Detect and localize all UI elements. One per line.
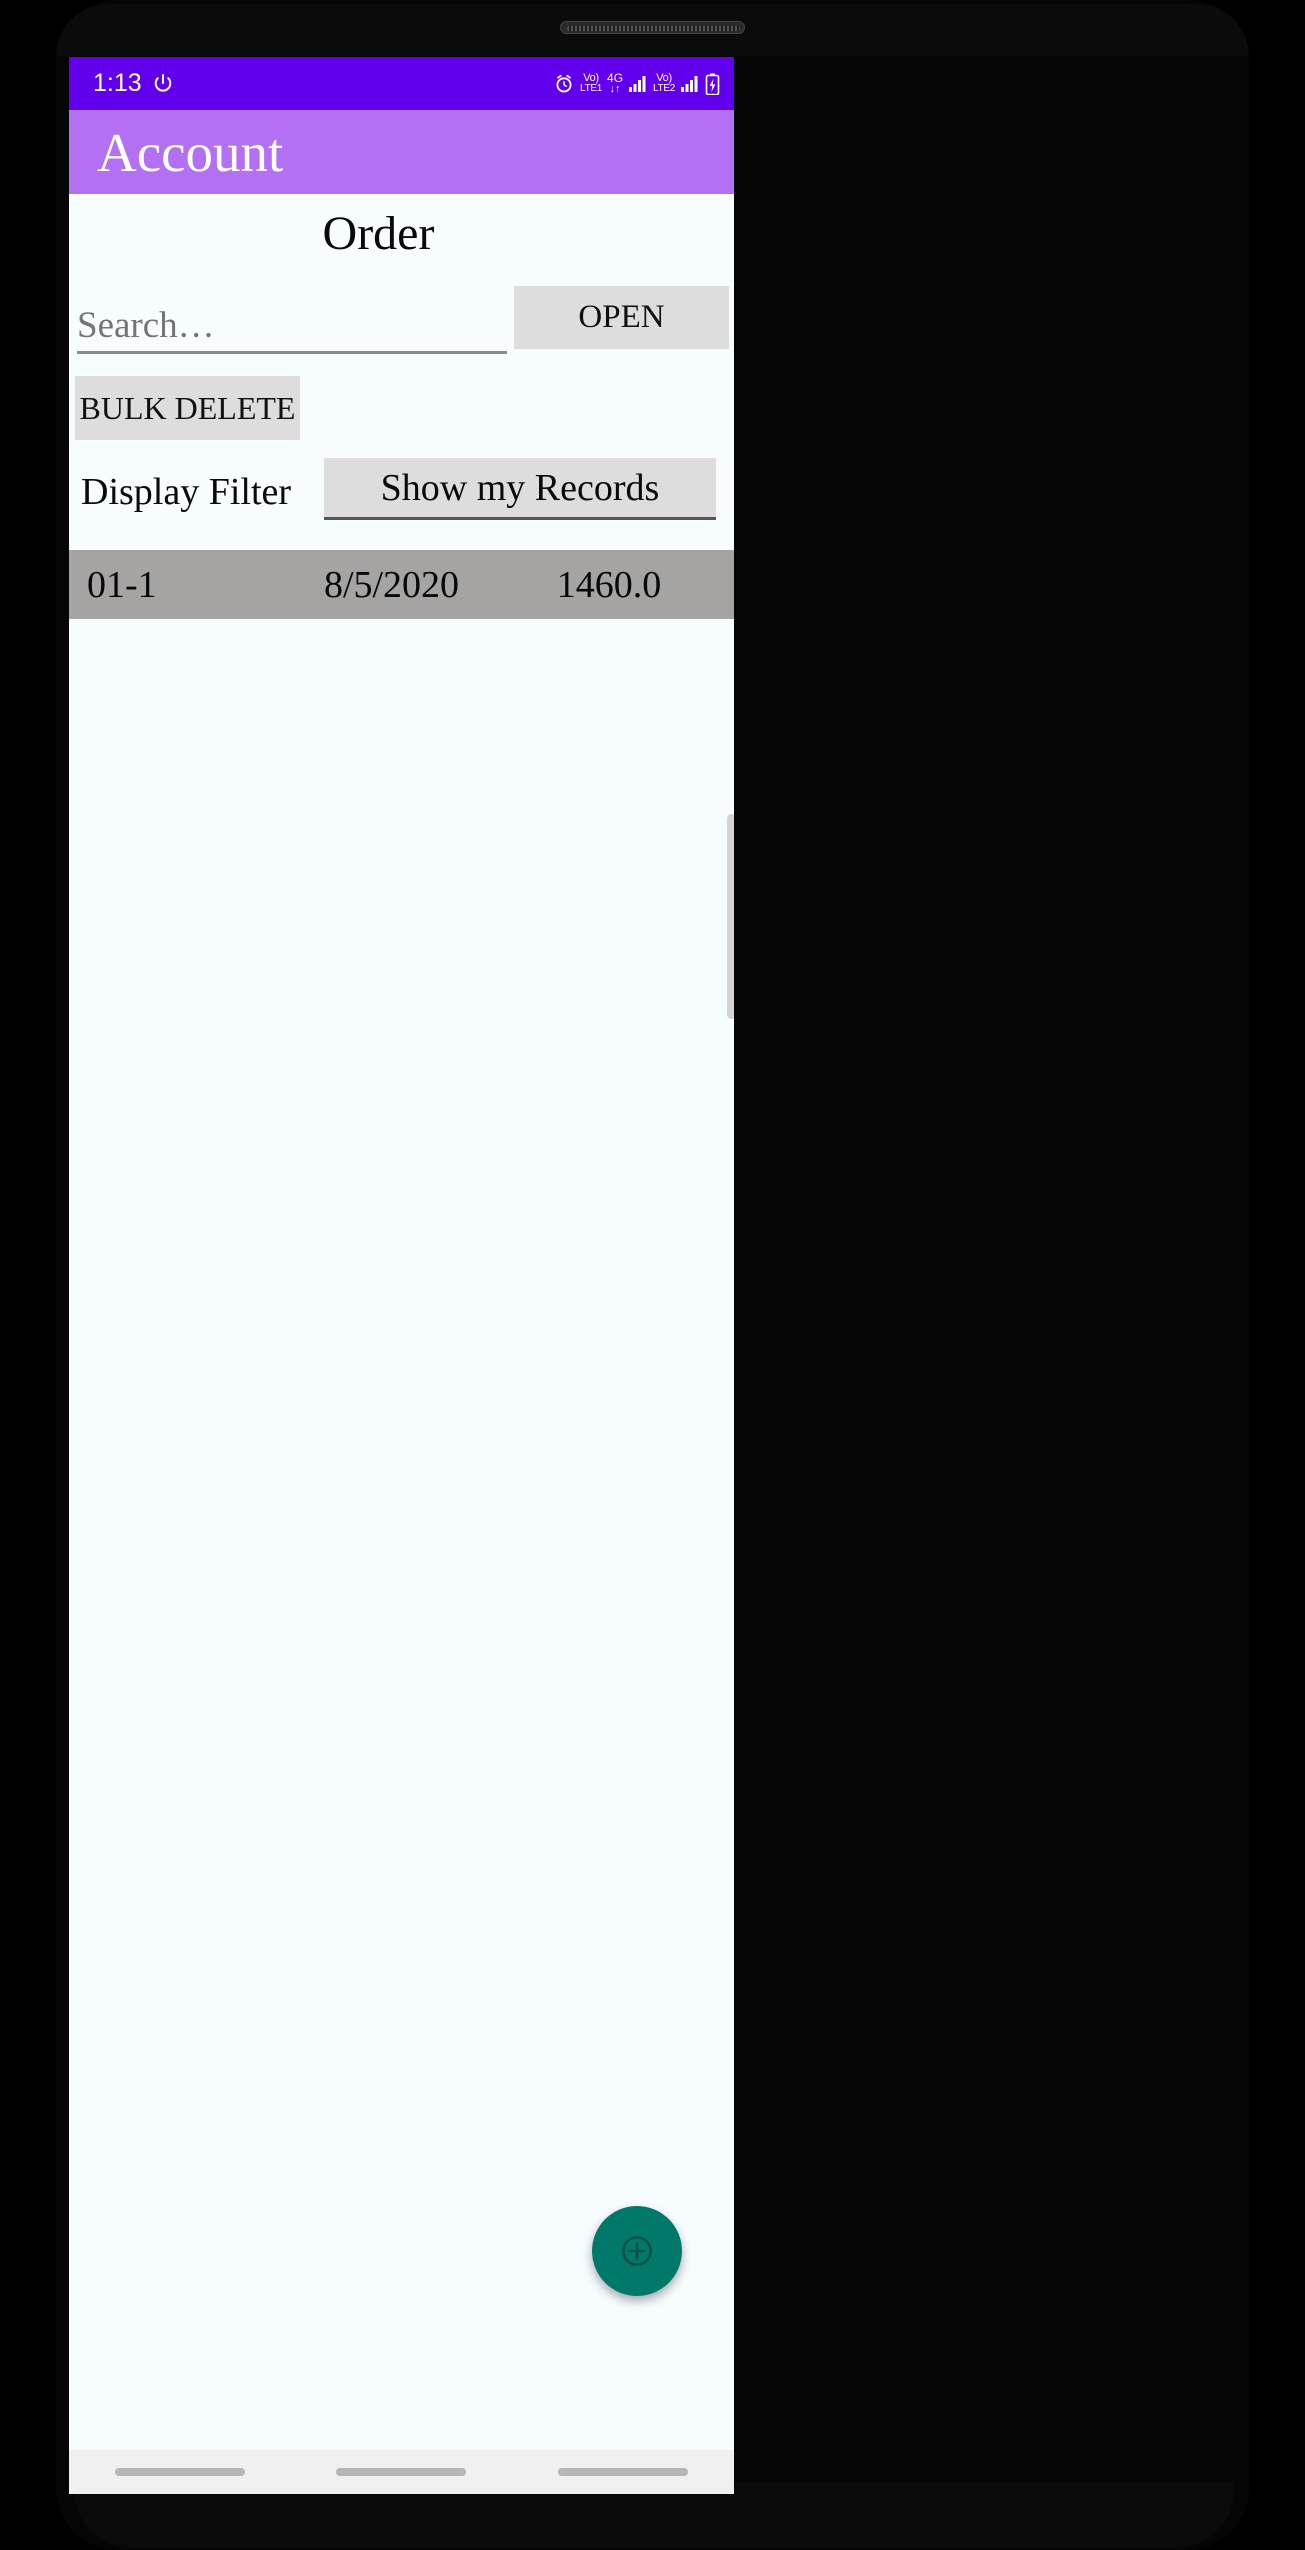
- alarm-clock-icon: [553, 73, 575, 95]
- status-bar-right: Vo) LTE1 4G ↓↑ Vo) LTE2: [553, 72, 720, 95]
- screenshot-root: 1:13 Vo) LTE1 4G ↓↑ Vo) LTE2 Account Ord…: [0, 0, 1305, 2550]
- earpiece-speaker-grille: [560, 21, 745, 34]
- records-table: 01-1 8/5/2020 1460.0: [69, 550, 734, 619]
- signal-bars-icon-2: [680, 75, 700, 93]
- search-field[interactable]: [77, 306, 507, 354]
- display-filter-select[interactable]: Show my Records: [324, 458, 716, 520]
- bulk-delete-button[interactable]: BULK DELETE: [75, 376, 300, 440]
- search-and-open-row: OPEN: [69, 274, 734, 372]
- search-input[interactable]: [77, 306, 507, 347]
- status-bar-clock: 1:13: [93, 69, 142, 97]
- android-navigation-bar: [69, 2450, 734, 2494]
- recents-pill[interactable]: [114, 2468, 245, 2476]
- add-circle-icon: [617, 2231, 657, 2271]
- bulk-delete-row: BULK DELETE: [69, 372, 734, 458]
- status-bar-left: 1:13: [93, 71, 175, 96]
- sim1-network-label: Vo) LTE1: [580, 72, 603, 94]
- display-filter-label: Display Filter: [81, 471, 292, 513]
- power-icon: [151, 72, 175, 96]
- phone-screen: 1:13 Vo) LTE1 4G ↓↑ Vo) LTE2 Account Ord…: [69, 57, 734, 2494]
- open-button[interactable]: OPEN: [514, 286, 729, 349]
- record-amount-cell: 1460.0: [556, 563, 662, 606]
- back-pill[interactable]: [558, 2468, 689, 2476]
- home-pill[interactable]: [336, 2468, 467, 2476]
- add-record-fab[interactable]: [592, 2206, 682, 2296]
- mobile-data-indicator: 4G ↓↑: [607, 71, 624, 95]
- record-id-cell: 01-1: [87, 563, 157, 606]
- app-bar: Account: [69, 110, 734, 194]
- app-bar-title: Account: [97, 121, 284, 183]
- vertical-scrollbar-thumb[interactable]: [727, 814, 734, 1019]
- sim2-network-label: Vo) LTE2: [653, 72, 675, 94]
- display-filter-row: Display Filter Show my Records: [69, 458, 734, 544]
- record-date-cell: 8/5/2020: [323, 563, 460, 606]
- signal-bars-icon: [628, 75, 648, 93]
- table-row[interactable]: 01-1 8/5/2020 1460.0: [69, 550, 734, 619]
- main-content: Order OPEN BULK DELETE Display Filter Sh…: [69, 194, 734, 2494]
- page-title: Order: [322, 207, 435, 260]
- battery-charging-icon: [705, 73, 720, 95]
- status-bar: 1:13 Vo) LTE1 4G ↓↑ Vo) LTE2: [69, 57, 734, 110]
